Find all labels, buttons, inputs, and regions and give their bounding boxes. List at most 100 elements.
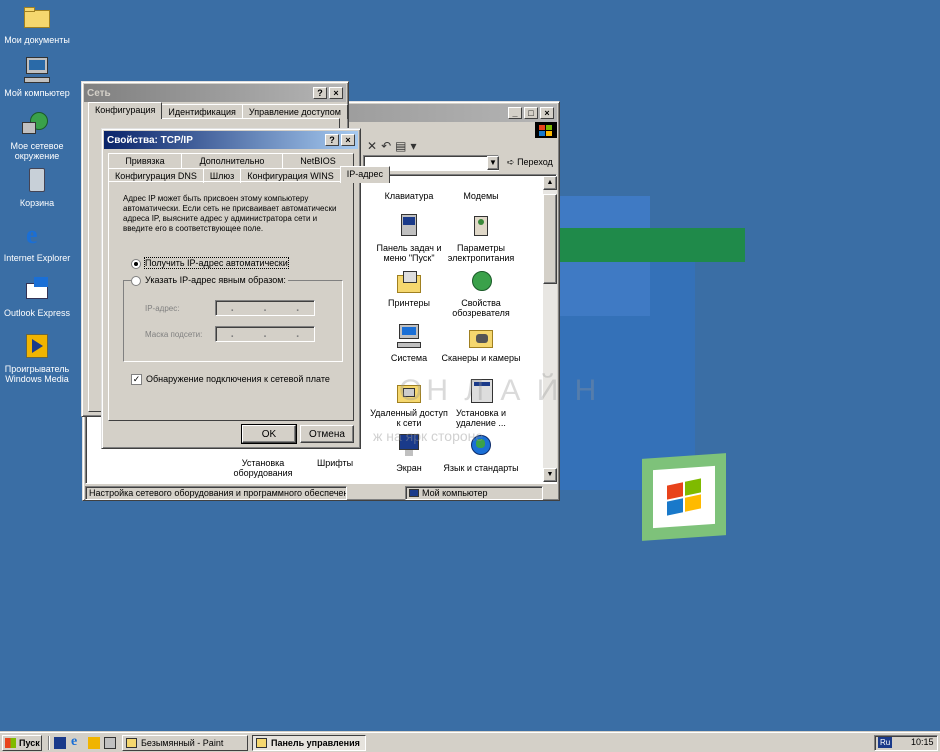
task-label: Безымянный - Paint xyxy=(141,738,224,748)
desktop-icon-my-computer[interactable]: Мой компьютер xyxy=(0,57,74,98)
taskbar: Пуск e Безымянный - Paint Панель управле… xyxy=(0,732,940,752)
cp-item-label: Установка оборудования xyxy=(233,458,293,478)
radio-manual-label: Указать IP-адрес явным образом: xyxy=(145,275,286,285)
views-icon[interactable]: ▤▾ xyxy=(395,139,420,153)
outlook-icon[interactable] xyxy=(104,737,116,749)
task-control-panel[interactable]: Панель управления xyxy=(252,735,366,751)
status-text: Настройка сетевого оборудования и програ… xyxy=(85,486,347,500)
cp-item-taskbar[interactable]: Панель задач и меню "Пуск" xyxy=(369,214,449,263)
clock[interactable]: 10:15 xyxy=(911,737,934,747)
address-dropdown-button[interactable]: ▼ xyxy=(487,156,499,170)
media-sense-check-indicator[interactable]: ✓ xyxy=(131,374,142,386)
network-titlebar[interactable]: Сеть ? × xyxy=(84,84,346,102)
desktop-icon-outlook-express[interactable]: Outlook Express xyxy=(0,277,74,318)
desktop-icon-label: Internet Explorer xyxy=(3,253,71,263)
cp-item-system[interactable]: Система xyxy=(369,324,449,363)
taskbar-icon xyxy=(395,214,423,240)
status-zone-label: Мой компьютер xyxy=(422,488,488,498)
minimize-button[interactable]: _ xyxy=(508,107,522,119)
cp-item-label: Система xyxy=(390,353,428,363)
cp-item-power[interactable]: Параметры электропитания xyxy=(441,214,521,263)
radio-manual-indicator[interactable] xyxy=(131,275,141,286)
toolbar-icons[interactable]: ✕↶▤▾ xyxy=(367,139,421,153)
tab-ip-address[interactable]: IP-адрес xyxy=(339,166,390,183)
media-player-icon xyxy=(22,333,52,361)
tab-identification[interactable]: Идентификация xyxy=(161,104,243,119)
cp-item-label: Сканеры и камеры xyxy=(441,353,521,363)
radio-auto-ip[interactable]: Получить IP-адрес автоматически xyxy=(131,257,289,269)
task-label: Панель управления xyxy=(271,738,360,748)
cp-item-label: Принтеры xyxy=(388,298,430,308)
desktop-icon-recycle-bin[interactable]: Корзина xyxy=(0,167,74,208)
printer-folder-icon xyxy=(395,269,423,295)
scroll-down-button[interactable]: ▼ xyxy=(543,468,557,482)
ie-icon: e xyxy=(26,220,38,249)
computer-icon xyxy=(22,57,52,85)
cp-item-label: Панель задач и меню "Пуск" xyxy=(376,243,442,263)
help-button[interactable]: ? xyxy=(325,134,339,146)
windows-flag-icon xyxy=(5,738,16,748)
media-sense-label: Обнаружение подключения к сетевой плате xyxy=(146,374,330,384)
ok-button[interactable]: OK xyxy=(241,424,297,444)
task-paint[interactable]: Безымянный - Paint xyxy=(122,735,248,751)
cp-item-scanners[interactable]: Сканеры и камеры xyxy=(441,324,521,363)
close-button[interactable]: × xyxy=(329,87,343,99)
cp-item-internet-options[interactable]: Свойства обозревателя xyxy=(441,269,521,318)
cp-item-fonts[interactable]: Шрифты xyxy=(295,458,375,468)
scroll-up-button[interactable]: ▲ xyxy=(543,176,557,190)
cp-item-printers[interactable]: Принтеры xyxy=(369,269,449,308)
maximize-button[interactable]: □ xyxy=(524,107,538,119)
go-button[interactable]: ➪ Переход xyxy=(507,157,553,168)
network-tabs[interactable]: Конфигурация Идентификация Управление до… xyxy=(88,102,348,119)
show-desktop-icon[interactable] xyxy=(54,737,66,749)
system-tray: Ru 10:15 xyxy=(874,735,938,751)
network-icon xyxy=(22,110,52,138)
cp-item-keyboard[interactable]: Клавиатура xyxy=(369,180,449,201)
ie-icon[interactable]: e xyxy=(71,735,77,749)
media-player-icon[interactable] xyxy=(88,737,100,749)
desktop-icon-network[interactable]: Мое сетевое окружение xyxy=(0,110,74,161)
cp-item-label: Удаленный доступ к сети xyxy=(370,408,448,428)
radio-manual-ip[interactable]: Указать IP-адрес явным образом: xyxy=(131,275,288,286)
desktop-icon-media-player[interactable]: Проигрыватель Windows Media xyxy=(0,333,74,384)
tab-configuration[interactable]: Конфигурация xyxy=(88,102,163,119)
windows-throbber-icon xyxy=(535,122,557,138)
recycle-bin-icon xyxy=(22,167,52,195)
desktop-icon-label: Мои документы xyxy=(4,35,70,45)
ip-address-label: IP-адрес: xyxy=(145,304,180,313)
close-button[interactable]: × xyxy=(540,107,554,119)
ip-tab-panel: Адрес IP может быть присвоен этому компь… xyxy=(108,181,354,421)
desktop-icon-internet-explorer[interactable]: e Internet Explorer xyxy=(0,220,74,264)
taskbar-divider xyxy=(48,736,50,750)
ip-address-input[interactable]: ... xyxy=(215,300,315,316)
watermark-text: ОН Л А Й Н xyxy=(399,374,601,407)
tcpip-dialog[interactable]: Свойства: TCP/IP ? × Привязка Дополнител… xyxy=(101,128,390,449)
delete-icon[interactable]: ✕ xyxy=(367,139,381,153)
scroll-thumb[interactable] xyxy=(543,194,557,284)
close-button[interactable]: × xyxy=(341,134,355,146)
cp-item-label: Свойства обозревателя xyxy=(452,298,510,318)
undo-icon[interactable]: ↶ xyxy=(381,139,395,153)
manual-ip-group xyxy=(123,280,343,362)
modem-icon xyxy=(467,180,495,188)
cp-item-label: Экран xyxy=(396,463,422,473)
language-indicator[interactable]: Ru xyxy=(878,737,893,748)
cp-item-label: Установка и удаление ... xyxy=(455,408,507,428)
media-sense-checkbox[interactable]: ✓ Обнаружение подключения к сетевой плате xyxy=(131,374,330,386)
cancel-button[interactable]: Отмена xyxy=(300,425,354,443)
cp-item-add-hardware[interactable]: Установка оборудования xyxy=(223,458,303,478)
power-icon xyxy=(467,214,495,240)
subnet-mask-input[interactable]: ... xyxy=(215,326,315,342)
cp-item-modems[interactable]: Модемы xyxy=(441,180,521,201)
vertical-scrollbar[interactable]: ▲ ▼ xyxy=(543,176,557,482)
tcpip-titlebar[interactable]: Свойства: TCP/IP ? × xyxy=(104,131,358,149)
control-panel-icon xyxy=(256,738,267,748)
tab-access-control[interactable]: Управление доступом xyxy=(241,104,348,119)
globe-icon xyxy=(467,269,495,295)
folder-icon xyxy=(22,4,52,32)
paint-icon xyxy=(126,738,137,748)
start-button[interactable]: Пуск xyxy=(2,735,42,751)
help-button[interactable]: ? xyxy=(313,87,327,99)
desktop-icon-my-documents[interactable]: Мои документы xyxy=(0,4,74,45)
radio-auto-indicator[interactable] xyxy=(131,258,141,269)
